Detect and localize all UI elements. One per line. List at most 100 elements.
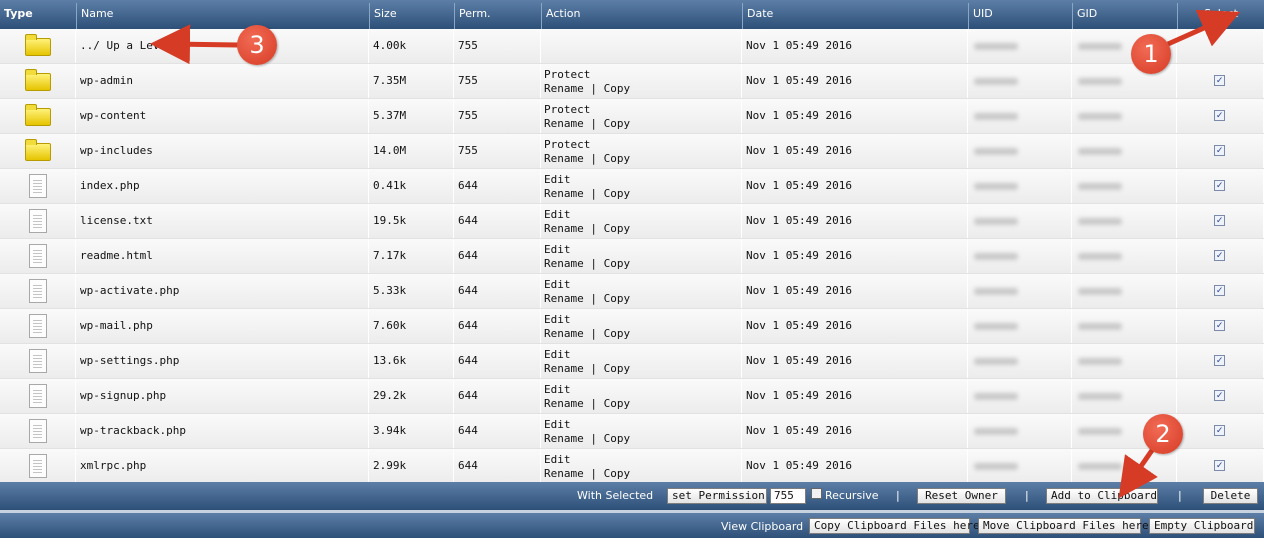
gid-cell [1072, 239, 1177, 273]
action-primary-link[interactable]: Protect [544, 68, 741, 82]
permission-link[interactable]: 644 [454, 309, 541, 343]
copy-clipboard-files-button[interactable]: Copy Clipboard Files here [809, 518, 980, 534]
file-icon[interactable] [29, 314, 47, 338]
file-name-link[interactable]: wp-mail.php [76, 309, 369, 343]
action-rename-copy-links[interactable]: Rename | Copy [544, 257, 741, 271]
file-name-link[interactable]: xmlrpc.php [76, 449, 369, 483]
action-primary-link[interactable]: Edit [544, 278, 741, 292]
select-checkbox[interactable]: ✓ [1214, 215, 1225, 226]
recursive-checkbox[interactable] [811, 488, 822, 499]
folder-icon[interactable] [25, 69, 51, 91]
select-checkbox[interactable]: ✓ [1214, 320, 1225, 331]
redacted-gid [1078, 113, 1122, 120]
action-primary-link[interactable]: Edit [544, 243, 741, 257]
action-rename-copy-links[interactable]: Rename | Copy [544, 432, 741, 446]
action-primary-link[interactable]: Edit [544, 418, 741, 432]
folder-icon[interactable] [25, 104, 51, 126]
file-name-link[interactable]: wp-admin [76, 64, 369, 98]
folder-icon[interactable] [25, 34, 51, 56]
action-cell: Edit Rename | Copy [541, 204, 742, 238]
select-checkbox[interactable]: ✓ [1214, 145, 1225, 156]
file-icon[interactable] [29, 454, 47, 478]
permission-input[interactable]: 755 [770, 488, 806, 504]
file-icon[interactable] [29, 349, 47, 373]
action-rename-copy-links[interactable]: Rename | Copy [544, 117, 741, 131]
select-checkbox[interactable]: ✓ [1214, 460, 1225, 471]
file-icon[interactable] [29, 209, 47, 233]
action-rename-copy-links[interactable]: Rename | Copy [544, 222, 741, 236]
file-icon[interactable] [29, 419, 47, 443]
column-perm[interactable]: Perm. [454, 3, 541, 29]
action-rename-copy-links[interactable]: Rename | Copy [544, 152, 741, 166]
select-checkbox[interactable]: ✓ [1214, 180, 1225, 191]
action-rename-copy-links[interactable]: Rename | Copy [544, 467, 741, 481]
file-name-link[interactable]: license.txt [76, 204, 369, 238]
file-name-link[interactable]: wp-activate.php [76, 274, 369, 308]
view-clipboard-link[interactable]: View Clipboard [721, 520, 803, 533]
select-checkbox[interactable]: ✓ [1214, 250, 1225, 261]
select-checkbox[interactable]: ✓ [1214, 390, 1225, 401]
permission-link[interactable]: 644 [454, 414, 541, 448]
action-rename-copy-links[interactable]: Rename | Copy [544, 82, 741, 96]
permission-link[interactable]: 644 [454, 379, 541, 413]
set-permission-button[interactable]: set Permission [667, 488, 767, 504]
file-icon[interactable] [29, 279, 47, 303]
empty-clipboard-button[interactable]: Empty Clipboard [1149, 518, 1255, 534]
action-primary-link[interactable]: Edit [544, 173, 741, 187]
permission-link[interactable]: 644 [454, 344, 541, 378]
file-name-link[interactable]: wp-trackback.php [76, 414, 369, 448]
permission-link[interactable]: 644 [454, 169, 541, 203]
action-rename-copy-links[interactable]: Rename | Copy [544, 292, 741, 306]
column-uid[interactable]: UID [968, 3, 1072, 29]
action-rename-copy-links[interactable]: Rename | Copy [544, 187, 741, 201]
action-primary-link[interactable]: Edit [544, 453, 741, 467]
permission-link[interactable]: 755 [454, 64, 541, 98]
select-checkbox[interactable]: ✓ [1214, 75, 1225, 86]
action-rename-copy-links[interactable]: Rename | Copy [544, 362, 741, 376]
column-gid[interactable]: GID [1072, 3, 1177, 29]
action-primary-link[interactable]: Protect [544, 103, 741, 117]
size-cell: 19.5k [369, 204, 454, 238]
file-name-link[interactable]: wp-signup.php [76, 379, 369, 413]
action-rename-copy-links[interactable]: Rename | Copy [544, 397, 741, 411]
separator: | [1025, 489, 1029, 502]
action-primary-link[interactable]: Edit [544, 313, 741, 327]
column-name[interactable]: Name [76, 3, 369, 29]
select-checkbox[interactable]: ✓ [1214, 355, 1225, 366]
move-clipboard-files-button[interactable]: Move Clipboard Files here [978, 518, 1149, 534]
action-primary-link[interactable]: Protect [544, 138, 741, 152]
permission-link[interactable]: 755 [454, 134, 541, 168]
action-primary-link[interactable]: Edit [544, 383, 741, 397]
file-name-link[interactable]: readme.html [76, 239, 369, 273]
permission-link[interactable]: 755 [454, 99, 541, 133]
add-to-clipboard-button[interactable]: Add to Clipboard [1046, 488, 1158, 504]
permission-link[interactable]: 644 [454, 449, 541, 483]
file-icon[interactable] [29, 244, 47, 268]
permission-link[interactable]: 644 [454, 239, 541, 273]
select-cell: ✓ [1177, 414, 1264, 448]
column-select[interactable]: Select [1177, 3, 1264, 29]
select-checkbox[interactable]: ✓ [1214, 285, 1225, 296]
file-icon[interactable] [29, 384, 47, 408]
permission-link[interactable]: 644 [454, 274, 541, 308]
reset-owner-button[interactable]: Reset Owner [917, 488, 1006, 504]
file-icon[interactable] [29, 174, 47, 198]
permission-link[interactable]: 755 [454, 29, 541, 63]
type-cell [0, 344, 76, 378]
delete-button[interactable]: Delete [1203, 488, 1258, 504]
select-checkbox[interactable]: ✓ [1214, 425, 1225, 436]
column-date[interactable]: Date [742, 3, 968, 29]
gid-cell [1072, 344, 1177, 378]
action-primary-link[interactable]: Edit [544, 208, 741, 222]
action-primary-link[interactable]: Edit [544, 348, 741, 362]
file-name-link[interactable]: wp-content [76, 99, 369, 133]
permission-link[interactable]: 644 [454, 204, 541, 238]
file-name-link[interactable]: wp-includes [76, 134, 369, 168]
file-name-link[interactable]: index.php [76, 169, 369, 203]
file-name-link[interactable]: wp-settings.php [76, 344, 369, 378]
action-rename-copy-links[interactable]: Rename | Copy [544, 327, 741, 341]
select-checkbox[interactable]: ✓ [1214, 110, 1225, 121]
column-size[interactable]: Size [369, 3, 454, 29]
folder-icon[interactable] [25, 139, 51, 161]
file-name-link[interactable]: ../ Up a Level [76, 29, 369, 63]
